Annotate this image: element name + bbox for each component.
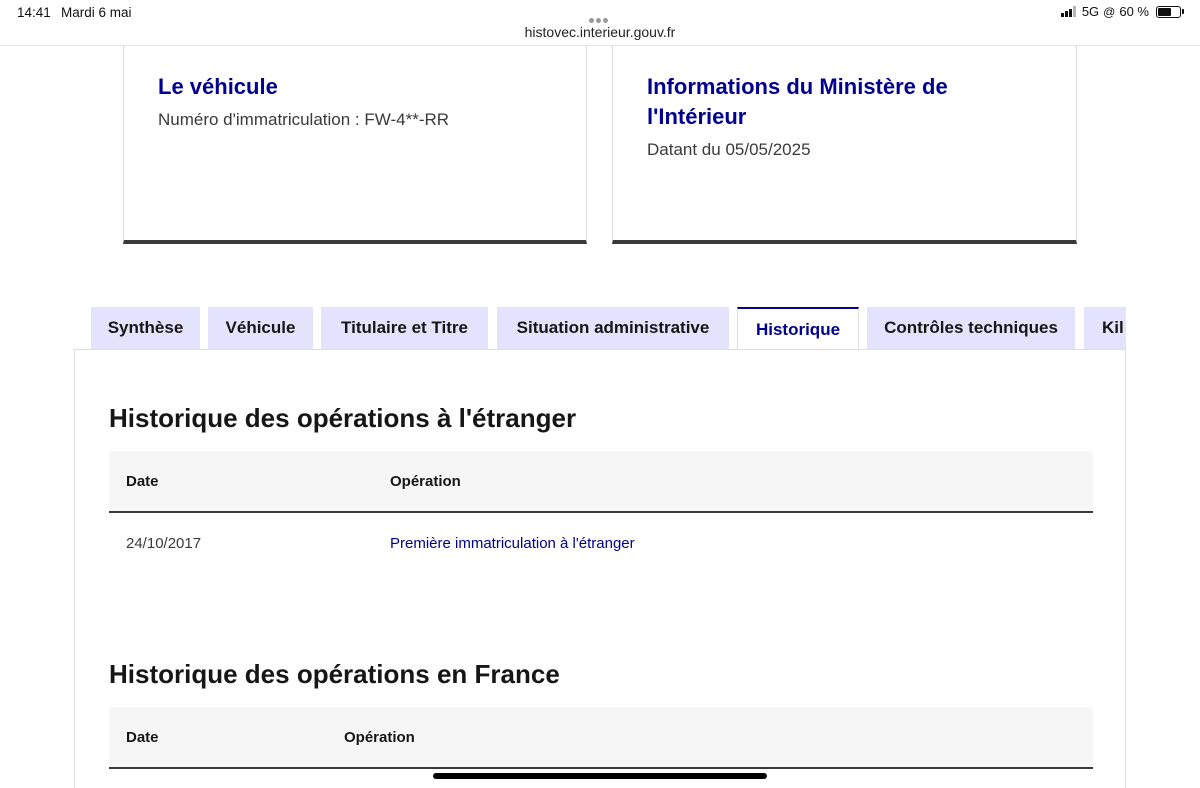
tab-synthese[interactable]: Synthèse (91, 307, 200, 349)
row-operation: Première immatriculation à l'étranger (390, 535, 635, 552)
battery-percent: 60 % (1119, 4, 1149, 19)
vehicle-card-title: Le véhicule (158, 74, 278, 99)
table-row: 24/10/2017 Première immatriculation à l'… (109, 513, 1093, 575)
column-header-date: Date (126, 729, 159, 746)
tab-titulaire-titre[interactable]: Titulaire et Titre (321, 307, 488, 349)
ministry-data-date: Datant du 05/05/2025 (647, 140, 811, 159)
tab-vehicule[interactable]: Véhicule (208, 307, 313, 349)
registration-number: Numéro d'immatriculation : FW-4**-RR (158, 110, 450, 129)
tab-situation-administrative[interactable]: Situation administrative (497, 307, 729, 349)
address-bar-url[interactable]: histovec.interieur.gouv.fr (0, 24, 1200, 40)
location-services-icon: @ (1103, 4, 1116, 19)
ministry-card-title: Informations du Ministère de l'Intérieur (647, 74, 948, 129)
status-time: 14:41 (17, 5, 51, 20)
cellular-signal-icon (1060, 6, 1076, 17)
table-header: Date Opération (109, 707, 1093, 769)
tab-list: Synthèse Véhicule Titulaire et Titre Sit… (91, 307, 1126, 349)
network-type: 5G (1081, 4, 1100, 19)
historique-panel: Historique des opérations à l'étranger D… (74, 349, 1126, 788)
foreign-history-title: Historique des opérations à l'étranger (109, 403, 577, 433)
ministry-card: Informations du Ministère de l'Intérieur… (612, 46, 1077, 244)
tab-controles-techniques[interactable]: Contrôles techniques (867, 307, 1075, 349)
tab-kilometrage[interactable]: Kil (1084, 307, 1126, 349)
tab-historique[interactable]: Historique (737, 307, 859, 349)
france-history-table: Date Opération (109, 707, 1093, 769)
france-history-title: Historique des opérations en France (109, 659, 560, 689)
status-date: Mardi 6 mai (61, 5, 132, 20)
status-right: 5G @ 60 % (1060, 4, 1184, 19)
vehicle-card: Le véhicule Numéro d'immatriculation : F… (123, 46, 587, 244)
status-bar: 14:41 Mardi 6 mai histovec.interieur.gou… (0, 0, 1200, 46)
home-indicator[interactable] (433, 773, 767, 779)
column-header-operation: Opération (344, 729, 415, 746)
table-header: Date Opération (109, 451, 1093, 513)
row-date: 24/10/2017 (126, 535, 202, 552)
column-header-operation: Opération (390, 473, 461, 490)
column-header-date: Date (126, 473, 159, 490)
battery-icon (1156, 5, 1184, 18)
foreign-history-table: Date Opération 24/10/2017 Première immat… (109, 451, 1093, 575)
